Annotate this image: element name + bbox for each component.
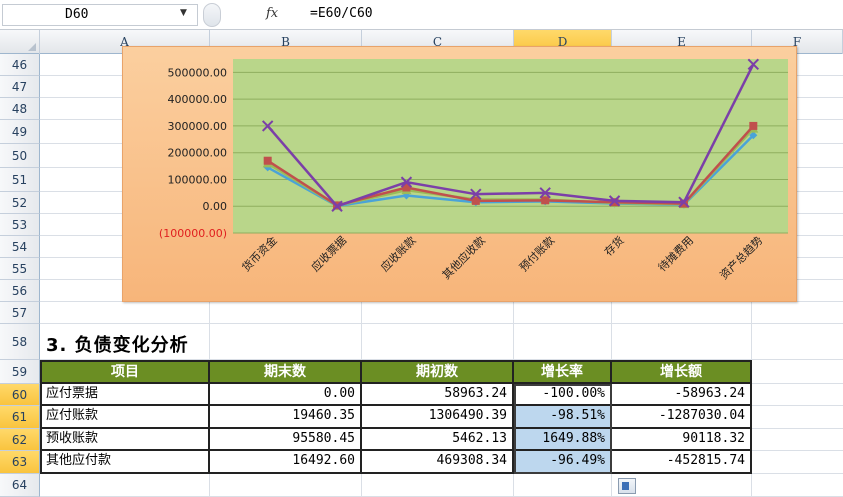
formula-input[interactable]: =E60/C60 — [288, 4, 840, 26]
y-tick-label: 500000.00 — [168, 66, 228, 79]
row-header-46[interactable]: 46 — [0, 54, 40, 76]
item-name-cell[interactable]: 应付账款 — [42, 406, 210, 429]
table-cell[interactable]: 0.00 — [210, 384, 362, 406]
formula-bar: D60 ▼ fx =E60/C60 — [0, 0, 843, 30]
item-name-cell[interactable]: 其他应付款 — [42, 451, 210, 474]
row-header-63[interactable]: 63 — [0, 451, 40, 474]
data-point — [263, 156, 272, 165]
table-cell[interactable]: 5462.13 — [362, 429, 514, 451]
section-title: 3. 负债变化分析 — [46, 335, 189, 356]
formula-bar-splitter[interactable] — [203, 3, 221, 27]
row-header-58[interactable]: 58 — [0, 324, 40, 360]
grid-line — [40, 323, 843, 324]
chart-canvas: 500000.00 400000.00 300000.00 200000.00 1000… — [159, 58, 788, 282]
row-header-56[interactable]: 56 — [0, 280, 40, 302]
table-cell[interactable]: 469308.34 — [362, 451, 514, 474]
table-header-cell[interactable]: 项目 — [42, 362, 210, 384]
paste-options-icon[interactable] — [618, 478, 636, 494]
data-point — [541, 196, 550, 205]
table-header-cell[interactable]: 增长率 — [514, 362, 612, 384]
row-header-60[interactable]: 60 — [0, 384, 40, 406]
x-tick-label: 存货 — [601, 233, 626, 258]
table-cell[interactable]: 19460.35 — [210, 406, 362, 429]
table-header-cell[interactable]: 期末数 — [210, 362, 362, 384]
data-point — [749, 121, 758, 130]
row-header-52[interactable]: 52 — [0, 192, 40, 214]
table-cell[interactable]: 1306490.39 — [362, 406, 514, 429]
table-cell[interactable]: -452815.74 — [612, 451, 752, 474]
growth-rate-cell[interactable]: -98.51% — [514, 406, 612, 429]
x-tick-label: 货币资金 — [239, 233, 280, 274]
table-cell[interactable]: -1287030.04 — [612, 406, 752, 429]
table-header-cell[interactable]: 增长额 — [612, 362, 752, 384]
x-tick-label: 资产总趋势 — [717, 233, 766, 282]
y-tick-label: 100000.00 — [168, 173, 228, 186]
y-tick-label: 200000.00 — [168, 147, 228, 160]
x-tick-label: 应收票据 — [308, 233, 349, 274]
row-header-50[interactable]: 50 — [0, 144, 40, 168]
y-tick-label: 400000.00 — [168, 93, 228, 106]
table-cell[interactable]: 16492.60 — [210, 451, 362, 474]
row-header-62[interactable]: 62 — [0, 429, 40, 451]
row-header-49[interactable]: 49 — [0, 120, 40, 144]
x-tick-label: 预付账款 — [516, 233, 557, 274]
plot-area — [233, 59, 788, 233]
table-cell[interactable]: 58963.24 — [362, 384, 514, 406]
table-cell[interactable]: 90118.32 — [612, 429, 752, 451]
table-header-cell[interactable]: 期初数 — [362, 362, 514, 384]
growth-rate-cell[interactable]: -96.49% — [514, 451, 612, 474]
row-header-57[interactable]: 57 — [0, 302, 40, 324]
chevron-down-icon[interactable]: ▼ — [180, 8, 187, 18]
name-box[interactable]: D60 — [2, 4, 198, 26]
item-name-cell[interactable]: 预收账款 — [42, 429, 210, 451]
growth-rate-cell[interactable]: -100.00% — [514, 384, 612, 406]
row-header-55[interactable]: 55 — [0, 258, 40, 280]
item-name-cell[interactable]: 应付票据 — [42, 384, 210, 406]
y-tick-label: (100000.00) — [159, 227, 227, 240]
insert-function-icon[interactable]: fx — [266, 6, 278, 21]
table-cell[interactable]: 95580.45 — [210, 429, 362, 451]
row-header-64[interactable]: 64 — [0, 474, 40, 497]
line-chart[interactable]: 500000.00 400000.00 300000.00 200000.00 1000… — [122, 46, 797, 302]
row-header-61[interactable]: 61 — [0, 406, 40, 429]
table-cell[interactable]: -58963.24 — [612, 384, 752, 406]
row-header-53[interactable]: 53 — [0, 214, 40, 236]
row-header-51[interactable]: 51 — [0, 168, 40, 192]
y-tick-label: 300000.00 — [168, 120, 228, 133]
row-header-47[interactable]: 47 — [0, 76, 40, 98]
row-header-48[interactable]: 48 — [0, 98, 40, 120]
select-all-button[interactable] — [0, 30, 40, 54]
x-tick-label: 待摊费用 — [655, 233, 696, 274]
growth-rate-cell[interactable]: 1649.88% — [514, 429, 612, 451]
row-header-59[interactable]: 59 — [0, 360, 40, 384]
x-tick-label: 应收账款 — [378, 233, 419, 274]
x-tick-label: 其他应收款 — [439, 233, 488, 282]
y-tick-label: 0.00 — [203, 200, 228, 213]
row-header-54[interactable]: 54 — [0, 236, 40, 258]
row-header-column: 46 47 48 49 50 51 52 53 54 55 56 57 58 59 60 61 62 63 64 — [0, 54, 40, 497]
